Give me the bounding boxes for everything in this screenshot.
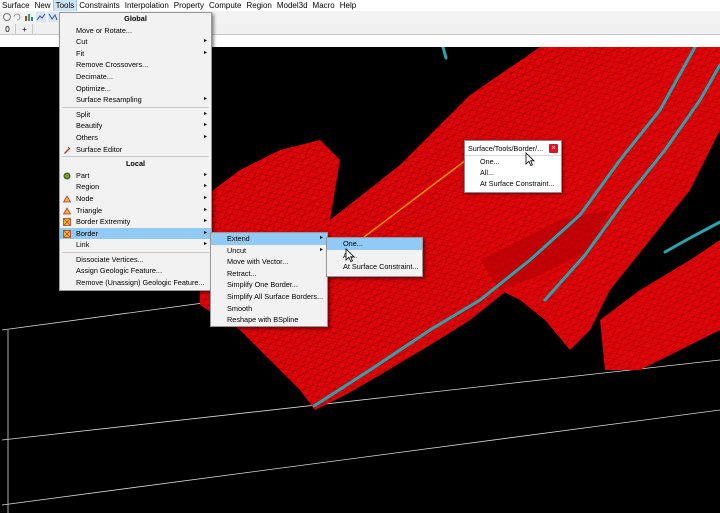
- menu-surface[interactable]: Surface: [0, 0, 32, 11]
- close-button[interactable]: ×: [549, 144, 558, 153]
- submenu-arrow-icon: ▸: [203, 110, 207, 117]
- menu-separator: [62, 251, 209, 253]
- open-folder-icon[interactable]: [2, 12, 12, 22]
- add-tab-button[interactable]: +: [17, 24, 33, 35]
- menu-item-node[interactable]: Node ▸: [60, 193, 211, 205]
- menu-interpolation[interactable]: Interpolation: [123, 0, 171, 11]
- mouse-cursor-icon: [525, 152, 535, 167]
- menu-item-border-extremity[interactable]: Border Extremity ▸: [60, 216, 211, 228]
- border-tearoff-window[interactable]: Surface/Tools/Border/... × One... All...…: [464, 140, 562, 193]
- refresh-icon[interactable]: [12, 12, 22, 22]
- border-extremity-icon: [63, 218, 71, 226]
- menu-item-decimate[interactable]: Decimate...: [60, 71, 211, 83]
- submenu-arrow-icon: ▸: [203, 133, 207, 140]
- submenu-arrow-icon: ▸: [203, 122, 207, 129]
- surface-editor-icon: [63, 146, 71, 154]
- menu-property[interactable]: Property: [172, 0, 206, 11]
- menu-model3d[interactable]: Model3d: [275, 0, 310, 11]
- menu-macro[interactable]: Macro: [311, 0, 337, 11]
- menu-item-extend-at-surface-constraint[interactable]: At Surface Constraint...: [327, 261, 422, 273]
- menu-new[interactable]: New: [33, 0, 53, 11]
- menu-item-surface-editor[interactable]: Surface Editor: [60, 144, 211, 156]
- border-icon: [63, 229, 71, 238]
- menu-separator: [62, 156, 209, 158]
- tools-menu: Global Move or Rotate... Cut ▸ Fit ▸ Remov…: [59, 12, 212, 291]
- tearoff-item-one[interactable]: One...: [465, 156, 561, 167]
- menu-item-optimize[interactable]: Optimize...: [60, 83, 211, 95]
- menu-item-remove-crossovers[interactable]: Remove Crossovers...: [60, 59, 211, 71]
- menu-item-extend-one[interactable]: One...: [327, 238, 422, 250]
- submenu-arrow-icon: ▸: [203, 206, 207, 213]
- mouse-cursor-icon: [345, 248, 355, 263]
- menu-item-cut[interactable]: Cut ▸: [60, 36, 211, 48]
- menu-item-reshape-bspline[interactable]: Reshape with BSpline: [211, 314, 327, 326]
- graph-icon[interactable]: [48, 12, 58, 22]
- menu-item-remove-geologic-feature[interactable]: Remove (Unassign) Geologic Feature...: [60, 277, 211, 289]
- submenu-arrow-icon: ▸: [203, 241, 207, 248]
- border-submenu: Extend ▸ Uncut ▸ Move with Vector... Retra…: [210, 232, 328, 327]
- menu-help[interactable]: Help: [338, 0, 358, 11]
- window-title: Surface/Tools/Border/... ×: [465, 141, 561, 156]
- menu-item-beautify[interactable]: Beautify ▸: [60, 120, 211, 132]
- tearoff-item-at-surface-constraint[interactable]: At Surface Constraint...: [465, 178, 561, 189]
- submenu-arrow-icon: ▸: [203, 96, 207, 103]
- menu-constraints[interactable]: Constraints: [77, 0, 121, 11]
- menu-item-simplify-one-border[interactable]: Simplify One Border...: [211, 279, 327, 291]
- menu-item-uncut[interactable]: Uncut ▸: [211, 245, 327, 257]
- menu-item-simplify-all-borders[interactable]: Simplify All Surface Borders...: [211, 291, 327, 303]
- local-section-header: Local: [125, 159, 146, 169]
- menu-item-assign-geologic-feature[interactable]: Assign Geologic Feature...: [60, 265, 211, 277]
- menu-item-smooth[interactable]: Smooth: [211, 303, 327, 315]
- menu-item-dissociate-vertices[interactable]: Dissociate Vertices...: [60, 254, 211, 266]
- submenu-arrow-icon: ▸: [203, 194, 207, 201]
- menu-item-split[interactable]: Split ▸: [60, 109, 211, 121]
- submenu-arrow-icon: ▸: [203, 49, 207, 56]
- submenu-arrow-icon: ▸: [203, 229, 207, 236]
- menu-item-extend[interactable]: Extend ▸: [211, 233, 327, 245]
- global-section-header: Global: [124, 14, 147, 23]
- bar-chart-icon[interactable]: [24, 12, 34, 22]
- menu-item-move-rotate[interactable]: Move or Rotate...: [60, 25, 211, 37]
- menu-item-link[interactable]: Link ▸: [60, 239, 211, 251]
- menu-item-retract[interactable]: Retract...: [211, 268, 327, 280]
- part-icon: [63, 172, 71, 180]
- menu-item-fit[interactable]: Fit ▸: [60, 48, 211, 60]
- menu-item-move-with-vector[interactable]: Move with Vector...: [211, 256, 327, 268]
- submenu-arrow-icon: ▸: [203, 171, 207, 178]
- menu-separator: [62, 106, 209, 108]
- menu-item-part[interactable]: Part ▸: [60, 170, 211, 182]
- submenu-arrow-icon: ▸: [203, 38, 207, 45]
- menu-item-others[interactable]: Others ▸: [60, 132, 211, 144]
- tab-0[interactable]: 0: [0, 24, 16, 35]
- menubar: Surface New Tools Constraints Interpolat…: [0, 0, 720, 12]
- submenu-arrow-icon: ▸: [203, 183, 207, 190]
- submenu-arrow-icon: ▸: [319, 246, 323, 253]
- extend-submenu: One... All... At Surface Constraint...: [326, 237, 423, 277]
- node-icon: [62, 195, 72, 203]
- menu-tools[interactable]: Tools: [52, 0, 78, 12]
- submenu-arrow-icon: ▸: [203, 218, 207, 225]
- menu-item-border[interactable]: Border ▸: [60, 227, 211, 240]
- menu-item-triangle[interactable]: Triangle ▸: [60, 205, 211, 217]
- menu-item-region[interactable]: Region ▸: [60, 181, 211, 193]
- menu-item-extend-all[interactable]: All...: [327, 250, 422, 262]
- menu-region[interactable]: Region: [244, 0, 273, 11]
- tearoff-item-all[interactable]: All...: [465, 167, 561, 178]
- menu-compute[interactable]: Compute: [207, 0, 243, 11]
- line-chart-icon[interactable]: [36, 12, 46, 22]
- submenu-arrow-icon: ▸: [319, 235, 323, 241]
- triangle-icon: [62, 206, 72, 215]
- menu-item-surface-resampling[interactable]: Surface Resampling ▸: [60, 94, 211, 106]
